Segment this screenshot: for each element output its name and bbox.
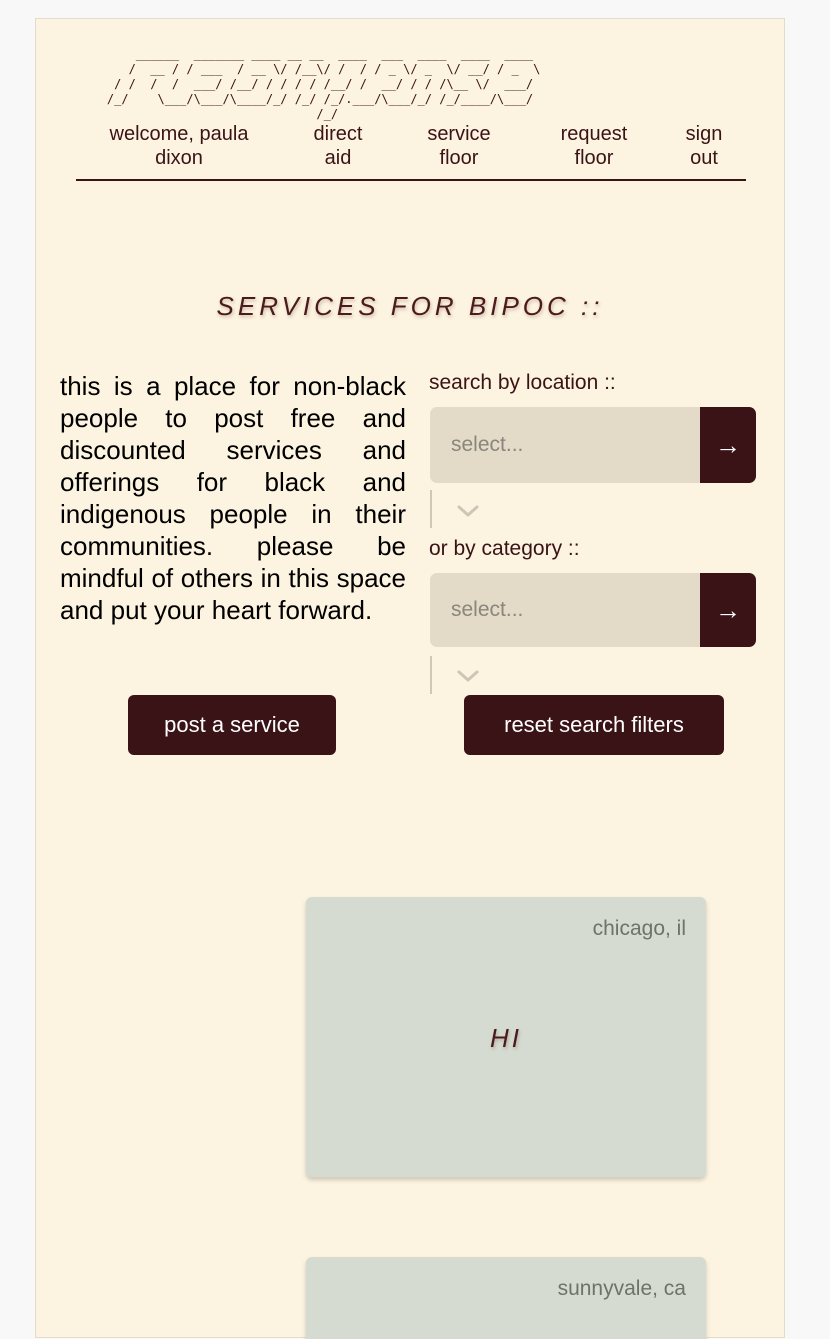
page-container: ______ _______ ____ __ __ ____ ___ ____ …: [35, 18, 785, 1339]
location-search-button[interactable]: →: [700, 407, 756, 483]
location-filter-label: search by location ::: [429, 371, 616, 394]
nav-direct-aid[interactable]: direct aid: [302, 122, 374, 170]
category-select-separator: [430, 656, 432, 694]
location-select-separator: [430, 490, 432, 528]
chevron-down-icon[interactable]: [456, 669, 480, 683]
category-search-button[interactable]: →: [700, 573, 756, 647]
arrow-right-icon: →: [715, 594, 741, 625]
card-title: HI: [490, 1023, 522, 1053]
card-location: sunnyvale, ca: [557, 1277, 686, 1300]
card-location: chicago, il: [592, 917, 686, 940]
page-title: SERVICES FOR BIPOC ::: [216, 291, 604, 321]
nav-request-floor[interactable]: request floor: [548, 122, 640, 170]
category-filter-label: or by category ::: [429, 537, 580, 560]
chevron-down-icon[interactable]: [456, 504, 480, 518]
post-service-button[interactable]: post a service: [128, 695, 336, 755]
nav-welcome: welcome, paula dixon: [109, 123, 249, 169]
service-card[interactable]: chicago, il HI: [306, 897, 706, 1177]
category-select[interactable]: select...: [430, 573, 700, 647]
site-logo[interactable]: ______ _______ ____ __ __ ____ ___ ____ …: [78, 47, 678, 127]
service-card[interactable]: sunnyvale, ca: [306, 1257, 706, 1339]
reset-filters-button[interactable]: reset search filters: [464, 695, 724, 755]
intro-text: this is a place for non-black people to …: [60, 371, 406, 625]
nav-service-floor[interactable]: service floor: [416, 122, 502, 170]
arrow-right-icon: →: [715, 429, 741, 460]
nav-sign-out[interactable]: sign out: [672, 122, 736, 170]
location-select[interactable]: select...: [430, 407, 700, 483]
nav-divider: [76, 179, 746, 181]
